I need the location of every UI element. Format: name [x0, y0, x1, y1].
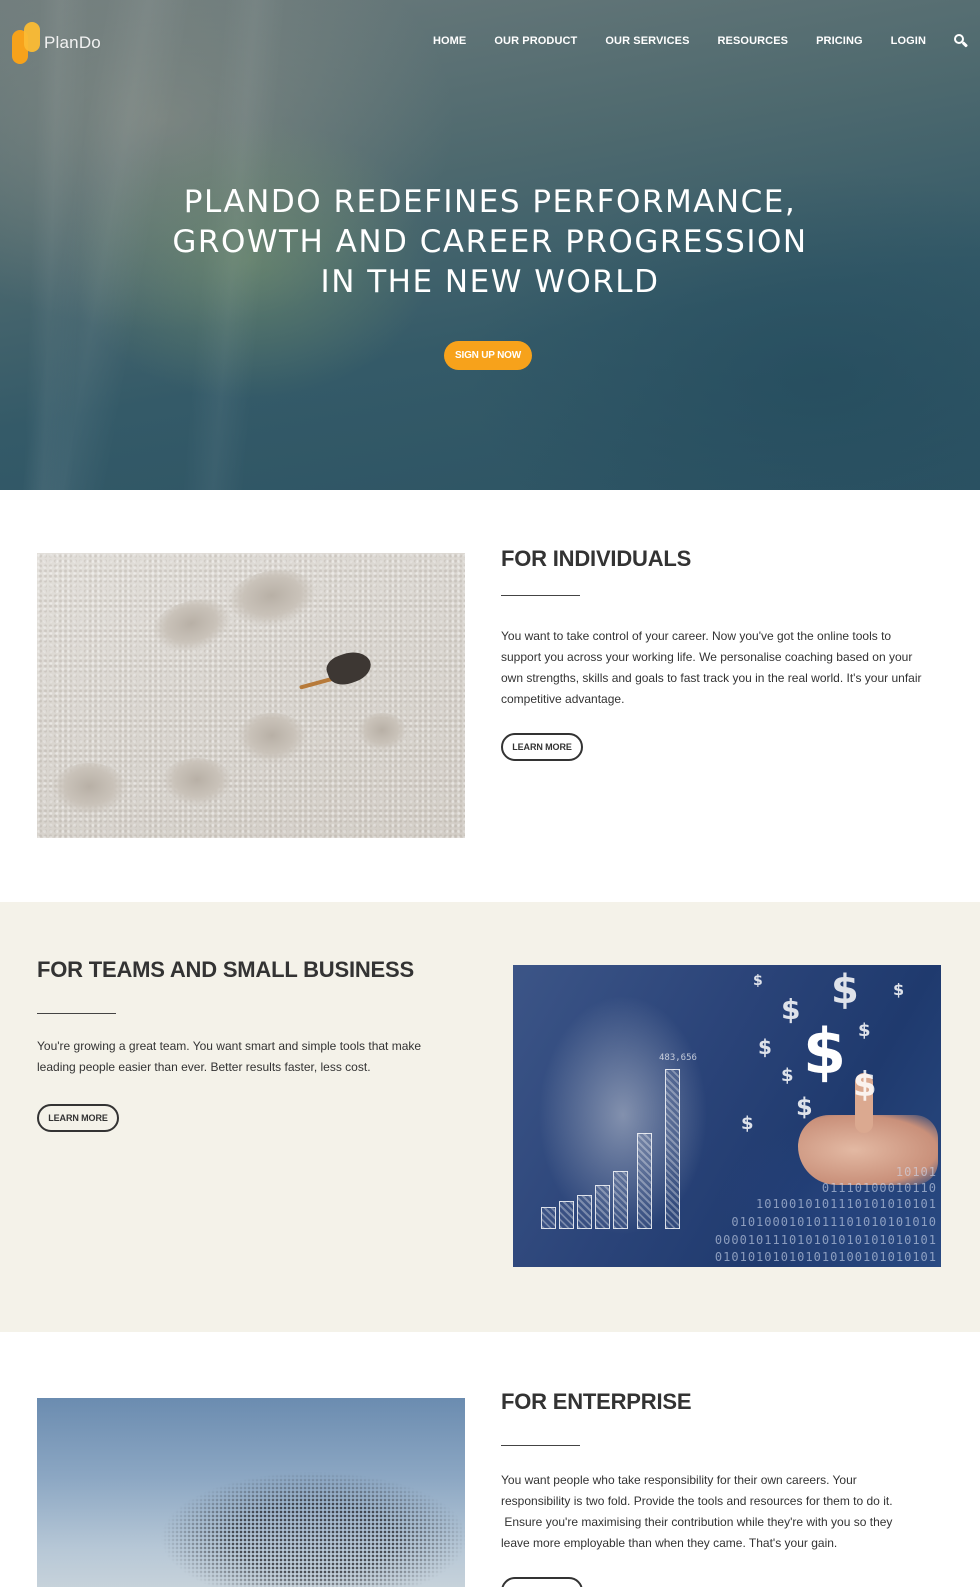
- section-title: FOR TEAMS AND SMALL BUSINESS: [37, 957, 414, 982]
- binary-text: 0101000101011101010101010: [731, 1215, 937, 1229]
- section-enterprise: FOR ENTERPRISE You want people who take …: [0, 1332, 980, 1587]
- dollar-icon: $: [831, 967, 859, 1013]
- hero-title: PLANDO REDEFINES PERFORMANCE, GROWTH AND…: [0, 182, 980, 302]
- paw-print: [162, 758, 232, 806]
- text-line: leading people easier than ever. Better …: [37, 1060, 371, 1074]
- shell: [323, 646, 375, 690]
- dollar-icon: $: [741, 1113, 754, 1134]
- dollar-icon: $: [858, 1020, 871, 1041]
- paw-print: [357, 713, 407, 751]
- text-line: leave more employable than when they cam…: [501, 1536, 838, 1550]
- section-text: You want people who take responsibility …: [501, 1470, 951, 1554]
- dollar-icon: $: [853, 1065, 877, 1105]
- footprints-in-sand-image: [37, 553, 465, 838]
- search-icon-handle: [961, 41, 969, 48]
- chart-bar: [665, 1069, 680, 1229]
- footprint: [222, 563, 322, 634]
- logo[interactable]: PlanDo: [12, 20, 112, 68]
- nav-resources[interactable]: RESOURCES: [718, 35, 789, 47]
- text-line: Ensure you're maximising their contribut…: [501, 1515, 893, 1529]
- chart-bar: [613, 1171, 628, 1229]
- dollar-icon: $: [803, 1015, 847, 1088]
- section-teams: FOR TEAMS AND SMALL BUSINESS You're grow…: [0, 902, 980, 1332]
- section-text: You're growing a great team. You want sm…: [37, 1036, 487, 1078]
- paw-print: [237, 713, 307, 763]
- search-icon[interactable]: [954, 34, 969, 48]
- nav-pricing[interactable]: PRICING: [816, 35, 863, 47]
- hero-title-line-2: GROWTH AND CAREER PROGRESSION: [172, 224, 808, 260]
- binary-text: 1010010101110101010101: [756, 1197, 937, 1211]
- sign-up-button[interactable]: SIGN UP NOW: [444, 341, 532, 370]
- dollar-icon: $: [758, 1035, 772, 1059]
- business-growth-image: 483,656 $ $ $ $ $ $ $ $ $ $ $ 10101 0111…: [513, 965, 941, 1267]
- learn-more-button[interactable]: LEARN MORE: [501, 733, 583, 761]
- binary-text: 010101010101010100101010101: [714, 1250, 937, 1264]
- chart-figure: 483,656: [659, 1053, 697, 1063]
- dollar-icon: $: [781, 993, 801, 1026]
- binary-text: 10101: [895, 1165, 937, 1179]
- bird-flock-image: [37, 1398, 465, 1587]
- binary-text: 01110100010110: [821, 1181, 937, 1195]
- text-line: You're growing a great team. You want sm…: [37, 1039, 422, 1053]
- learn-more-button[interactable]: LEARN MORE: [501, 1577, 583, 1587]
- chart-bar: [577, 1195, 592, 1229]
- dollar-icon: $: [753, 973, 763, 989]
- hero-banner: PlanDo HOME OUR PRODUCT OUR SERVICES RES…: [0, 0, 980, 490]
- dollar-icon: $: [893, 980, 905, 999]
- chart-bar: [559, 1201, 574, 1229]
- text-line: competitive advantage.: [501, 692, 625, 706]
- dollar-icon: $: [796, 1093, 813, 1121]
- learn-more-button[interactable]: LEARN MORE: [37, 1104, 119, 1132]
- main-nav: HOME OUR PRODUCT OUR SERVICES RESOURCES …: [405, 33, 980, 49]
- divider: [501, 595, 580, 596]
- text-line: You want people who take responsibility …: [501, 1473, 857, 1487]
- chart-bar: [541, 1207, 556, 1229]
- logo-text: PlanDo: [44, 33, 101, 52]
- nav-our-product[interactable]: OUR PRODUCT: [494, 35, 577, 47]
- section-title: FOR ENTERPRISE: [501, 1389, 692, 1414]
- text-line: own strengths, skills and goals to fast …: [501, 671, 922, 685]
- section-individuals: FOR INDIVIDUALS You want to take control…: [0, 490, 980, 902]
- footprint: [146, 591, 238, 661]
- chart-bar: [595, 1185, 610, 1229]
- text-line: You want to take control of your career.…: [501, 629, 892, 643]
- hero-title-line-1: PLANDO REDEFINES PERFORMANCE,: [183, 184, 797, 220]
- nav-our-services[interactable]: OUR SERVICES: [605, 35, 689, 47]
- nav-home[interactable]: HOME: [433, 35, 466, 47]
- divider: [37, 1013, 116, 1014]
- paw-print: [52, 763, 127, 815]
- hero-title-line-3: IN THE NEW WORLD: [320, 264, 660, 300]
- logo-mark-right: [24, 22, 40, 52]
- bird-flock: [127, 1458, 465, 1587]
- section-title: FOR INDIVIDUALS: [501, 546, 692, 571]
- chart-bar: [637, 1133, 652, 1229]
- dollar-icon: $: [781, 1065, 794, 1086]
- section-text: You want to take control of your career.…: [501, 626, 951, 710]
- divider: [501, 1445, 580, 1446]
- binary-text: 000010111010101010101010101: [714, 1233, 937, 1247]
- text-line: support you across your working life. We…: [501, 650, 913, 664]
- text-line: responsibility is two fold. Provide the …: [501, 1494, 893, 1508]
- nav-login[interactable]: LOGIN: [891, 35, 926, 47]
